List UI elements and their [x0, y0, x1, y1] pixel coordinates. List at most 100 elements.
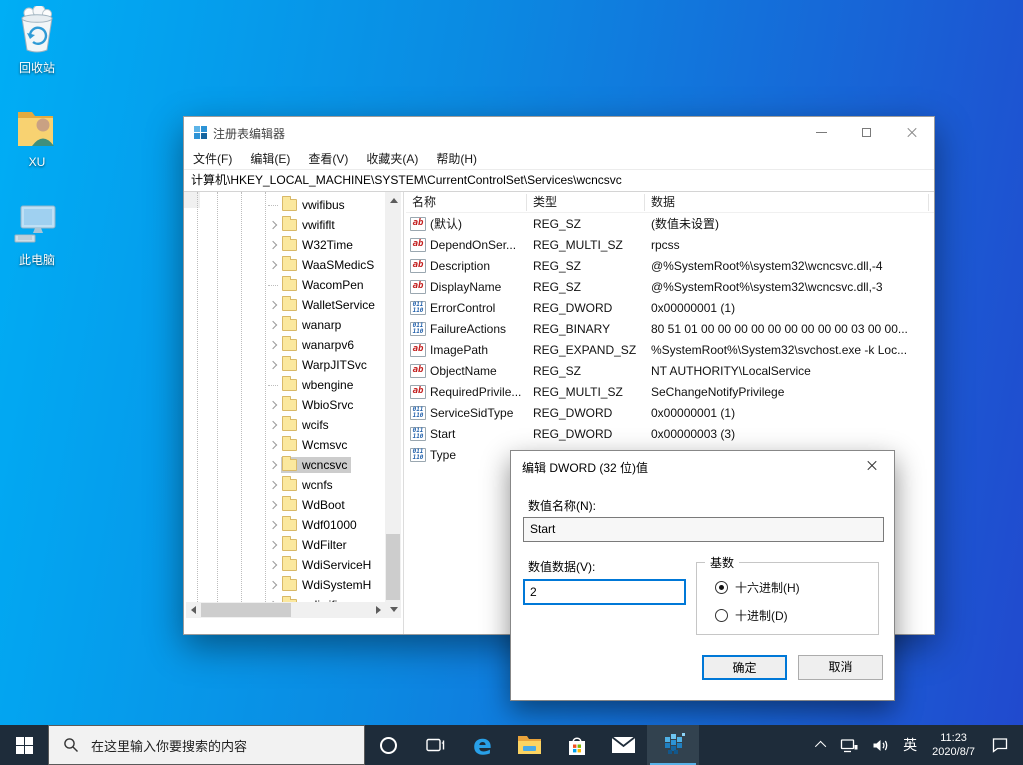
value-row-failureactions[interactable]: 011110FailureActionsREG_BINARY80 51 01 0…: [406, 318, 934, 339]
scroll-down-icon[interactable]: [390, 607, 398, 612]
volume-tray-button[interactable]: [865, 725, 896, 765]
value-row-errorcontrol[interactable]: 011110ErrorControlREG_DWORD0x00000001 (1…: [406, 297, 934, 318]
tree-item-wcnfs[interactable]: wcnfs: [184, 475, 385, 495]
value-row-description[interactable]: abDescriptionREG_SZ@%SystemRoot%\system3…: [406, 255, 934, 276]
scroll-up-icon[interactable]: [390, 198, 398, 203]
chevron-right-icon[interactable]: [268, 259, 281, 272]
action-center-button[interactable]: [983, 725, 1023, 765]
minimize-button[interactable]: [799, 117, 844, 147]
value-row-start[interactable]: 011110StartREG_DWORD0x00000003 (3): [406, 423, 934, 444]
value-name-field[interactable]: Start: [523, 517, 884, 542]
microsoft-store-button[interactable]: [553, 725, 600, 765]
tree-item-vwififlt[interactable]: vwififlt: [184, 215, 385, 235]
chevron-right-icon[interactable]: [268, 399, 281, 412]
folder-icon: [282, 519, 297, 531]
value-data-input[interactable]: 2: [523, 579, 686, 605]
tree-item-wanarp[interactable]: wanarp: [184, 315, 385, 335]
value-row-displayname[interactable]: abDisplayNameREG_SZ@%SystemRoot%\system3…: [406, 276, 934, 297]
task-view-button[interactable]: [412, 725, 459, 765]
maximize-button[interactable]: [844, 117, 889, 147]
radio-hexadecimal[interactable]: 十六进制(H): [715, 579, 800, 596]
chevron-right-icon[interactable]: [268, 359, 281, 372]
value-row-servicesidtype[interactable]: 011110ServiceSidTypeREG_DWORD0x00000001 …: [406, 402, 934, 423]
tree-item-warpjitsvc[interactable]: WarpJITSvc: [184, 355, 385, 375]
cortana-button[interactable]: [365, 725, 412, 765]
value-row-default[interactable]: ab(默认)REG_SZ(数值未设置): [406, 213, 934, 234]
tree-item-wanarpv6[interactable]: wanarpv6: [184, 335, 385, 355]
scroll-left-icon[interactable]: [191, 606, 196, 614]
desktop-icon-user-folder[interactable]: XU: [2, 108, 72, 169]
edge-button[interactable]: e: [459, 725, 506, 765]
scroll-right-icon[interactable]: [376, 606, 381, 614]
radio-unselected-icon[interactable]: [715, 609, 728, 622]
pane-splitter[interactable]: [403, 192, 404, 634]
value-row-objectname[interactable]: abObjectNameREG_SZNT AUTHORITY\LocalServ…: [406, 360, 934, 381]
tree-vertical-scrollbar[interactable]: [385, 192, 401, 618]
ime-indicator[interactable]: 英: [896, 725, 924, 765]
ok-button[interactable]: 确定: [702, 655, 787, 680]
column-header-name[interactable]: 名称: [406, 194, 527, 211]
tree-item-waasmedic[interactable]: WaaSMedicS: [184, 255, 385, 275]
menu-favorites[interactable]: 收藏夹(A): [357, 147, 427, 170]
registry-address-bar[interactable]: 计算机\HKEY_LOCAL_MACHINE\SYSTEM\CurrentCon…: [184, 169, 934, 192]
tree-item-wbengine[interactable]: wbengine: [184, 375, 385, 395]
chevron-right-icon[interactable]: [268, 499, 281, 512]
tree-item-vwifibus[interactable]: vwifibus: [184, 195, 385, 215]
menu-file[interactable]: 文件(F): [184, 147, 241, 170]
tree-item-wcncsvc[interactable]: wcncsvc: [184, 455, 385, 475]
radio-selected-icon[interactable]: [715, 581, 728, 594]
chevron-right-icon[interactable]: [268, 299, 281, 312]
desktop-icon-this-pc[interactable]: 此电脑: [2, 204, 72, 268]
scrollbar-thumb[interactable]: [386, 534, 400, 600]
cancel-button[interactable]: 取消: [798, 655, 883, 680]
tree-item-wdisystemhost[interactable]: WdiSystemH: [184, 575, 385, 595]
chevron-right-icon[interactable]: [268, 219, 281, 232]
chevron-right-icon[interactable]: [268, 319, 281, 332]
folder-icon: [282, 339, 297, 351]
value-row-dependonservice[interactable]: abDependOnSer...REG_MULTI_SZrpcss: [406, 234, 934, 255]
chevron-right-icon[interactable]: [268, 519, 281, 532]
chevron-right-icon[interactable]: [268, 559, 281, 572]
value-row-requiredprivileges[interactable]: abRequiredPrivile...REG_MULTI_SZSeChange…: [406, 381, 934, 402]
chevron-right-icon[interactable]: [268, 439, 281, 452]
tree-item-wdiservicehost[interactable]: WdiServiceH: [184, 555, 385, 575]
file-explorer-button[interactable]: [506, 725, 553, 765]
taskbar-clock[interactable]: 11:23 2020/8/7: [924, 731, 983, 759]
chevron-right-icon[interactable]: [268, 579, 281, 592]
tree-item-wacompen[interactable]: WacomPen: [184, 275, 385, 295]
start-button[interactable]: [0, 725, 48, 765]
dialog-close-button[interactable]: [849, 451, 894, 480]
menu-help[interactable]: 帮助(H): [427, 147, 486, 170]
title-bar[interactable]: 注册表编辑器: [184, 117, 934, 147]
column-header-type[interactable]: 类型: [527, 194, 645, 211]
menu-view[interactable]: 查看(V): [299, 147, 357, 170]
tree-horizontal-scrollbar[interactable]: [186, 602, 386, 618]
chevron-right-icon[interactable]: [268, 339, 281, 352]
regedit-taskbar-button-active[interactable]: [647, 725, 699, 765]
chevron-right-icon[interactable]: [268, 419, 281, 432]
tree-item-walletservice[interactable]: WalletService: [184, 295, 385, 315]
tray-overflow-button[interactable]: [811, 725, 833, 765]
tree-item-wcmsvc[interactable]: Wcmsvc: [184, 435, 385, 455]
tree-item-wdf01000[interactable]: Wdf01000: [184, 515, 385, 535]
network-tray-button[interactable]: [833, 725, 865, 765]
chevron-right-icon[interactable]: [268, 539, 281, 552]
taskbar-search-box[interactable]: 在这里输入你要搜索的内容: [48, 725, 365, 765]
menu-edit[interactable]: 编辑(E): [241, 147, 299, 170]
radio-decimal[interactable]: 十进制(D): [715, 607, 788, 624]
value-row-imagepath[interactable]: abImagePathREG_EXPAND_SZ%SystemRoot%\Sys…: [406, 339, 934, 360]
dialog-title-bar[interactable]: 编辑 DWORD (32 位)值: [511, 451, 894, 481]
chevron-right-icon[interactable]: [268, 479, 281, 492]
tree-item-w32time[interactable]: W32Time: [184, 235, 385, 255]
tree-item-wdfilter[interactable]: WdFilter: [184, 535, 385, 555]
desktop-icon-recycle-bin[interactable]: 回收站: [2, 6, 72, 76]
mail-button[interactable]: [600, 725, 647, 765]
close-button[interactable]: [889, 117, 934, 147]
column-header-data[interactable]: 数据: [645, 194, 929, 211]
tree-item-wcifs[interactable]: wcifs: [184, 415, 385, 435]
chevron-right-icon[interactable]: [268, 239, 281, 252]
tree-item-wdboot[interactable]: WdBoot: [184, 495, 385, 515]
scrollbar-thumb[interactable]: [201, 603, 291, 617]
tree-item-wbiosrvc[interactable]: WbioSrvc: [184, 395, 385, 415]
chevron-right-icon[interactable]: [268, 459, 281, 472]
